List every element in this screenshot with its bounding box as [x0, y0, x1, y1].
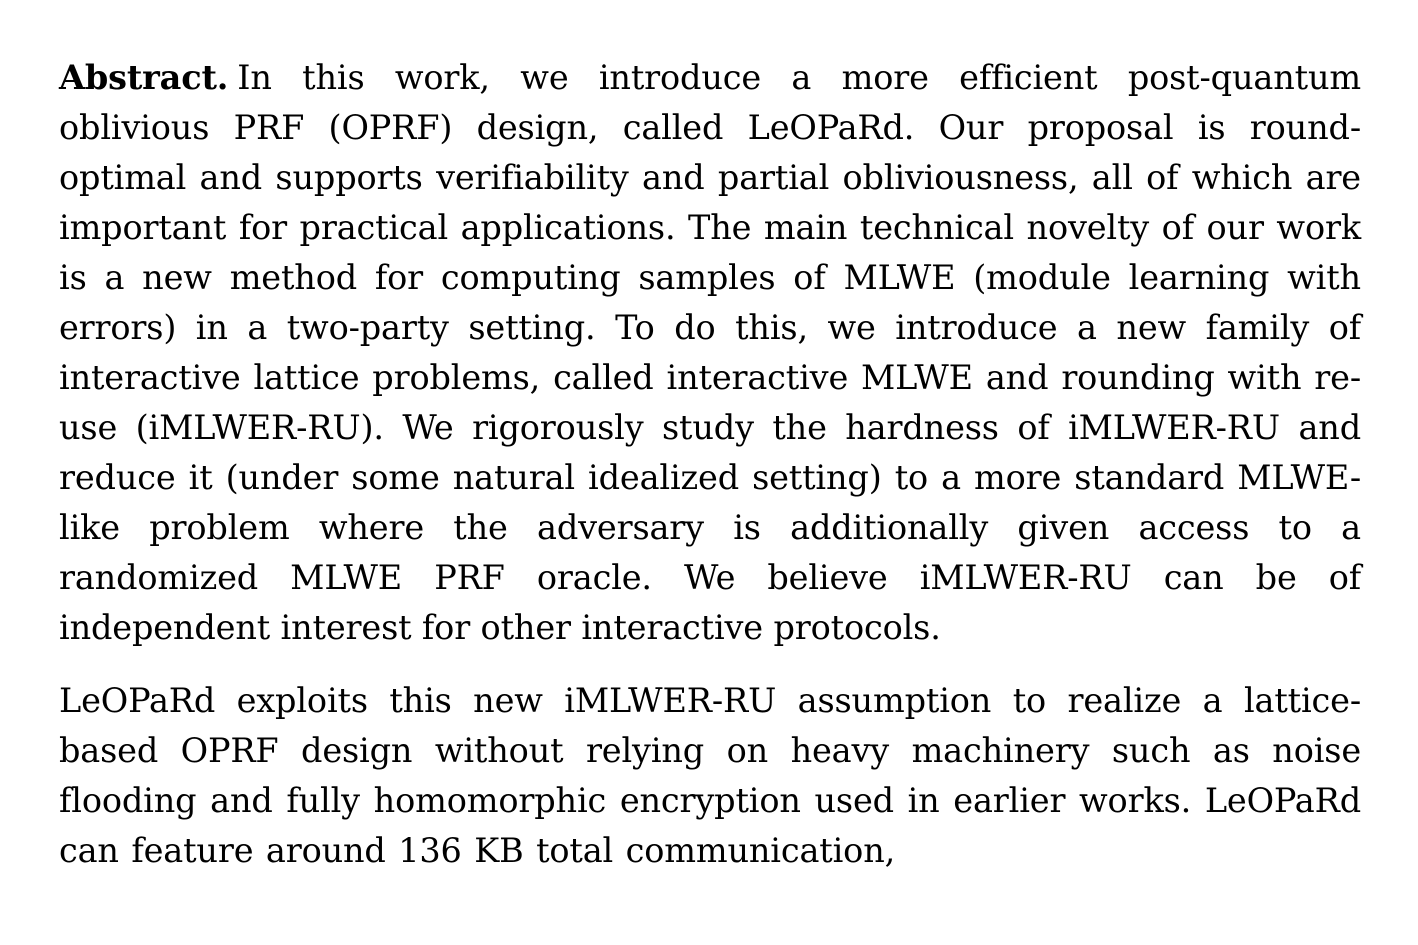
abstract-body-text: In this work, we introduce a more effici…	[59, 58, 1361, 647]
second-paragraph: LeOPaRd exploits this new iMLWER-RU assu…	[59, 681, 1361, 870]
abstract-paragraph: Abstract. In this work, we introduce a mo…	[59, 53, 1361, 653]
abstract-label: Abstract.	[59, 58, 229, 97]
document-page: Abstract. In this work, we introduce a mo…	[0, 0, 1418, 945]
abstract-block: Abstract. In this work, we introduce a mo…	[59, 53, 1361, 876]
